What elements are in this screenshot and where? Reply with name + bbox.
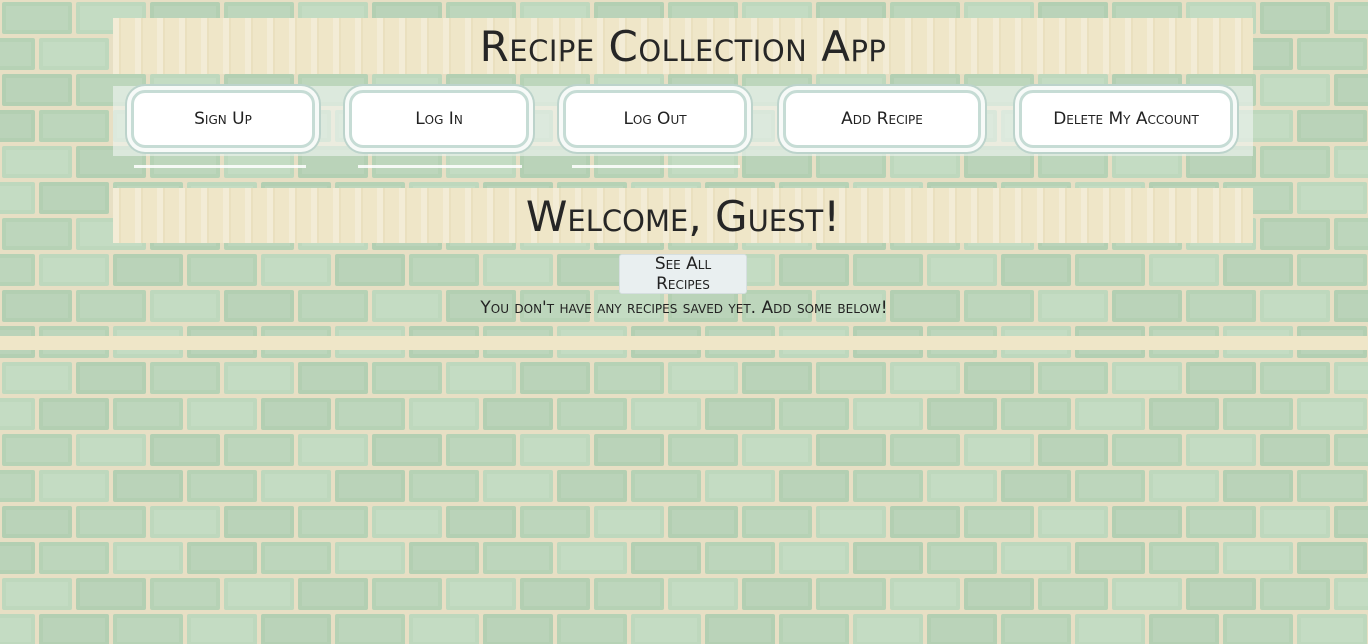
title-banner: Recipe Collection App (113, 18, 1253, 74)
welcome-banner: Welcome, Guest! (113, 188, 1253, 243)
sign-up-button[interactable]: Sign Up (131, 90, 315, 148)
nav-bar: Sign Up Log In Log Out Add Recipe Delete… (113, 86, 1253, 156)
log-in-button[interactable]: Log In (349, 90, 529, 148)
empty-recipes-message: You don't have any recipes saved yet. Ad… (480, 298, 888, 318)
add-recipe-button[interactable]: Add Recipe (783, 90, 981, 148)
nav-underline (572, 165, 740, 168)
nav-underline (134, 165, 306, 168)
welcome-heading: Welcome, Guest! (525, 192, 841, 241)
app-title: Recipe Collection App (479, 22, 887, 71)
divider (0, 336, 1368, 350)
nav-underline (358, 165, 522, 168)
log-out-button[interactable]: Log Out (563, 90, 747, 148)
see-all-recipes-button[interactable]: See All Recipes (619, 254, 747, 294)
delete-account-button[interactable]: Delete My Account (1019, 90, 1233, 148)
